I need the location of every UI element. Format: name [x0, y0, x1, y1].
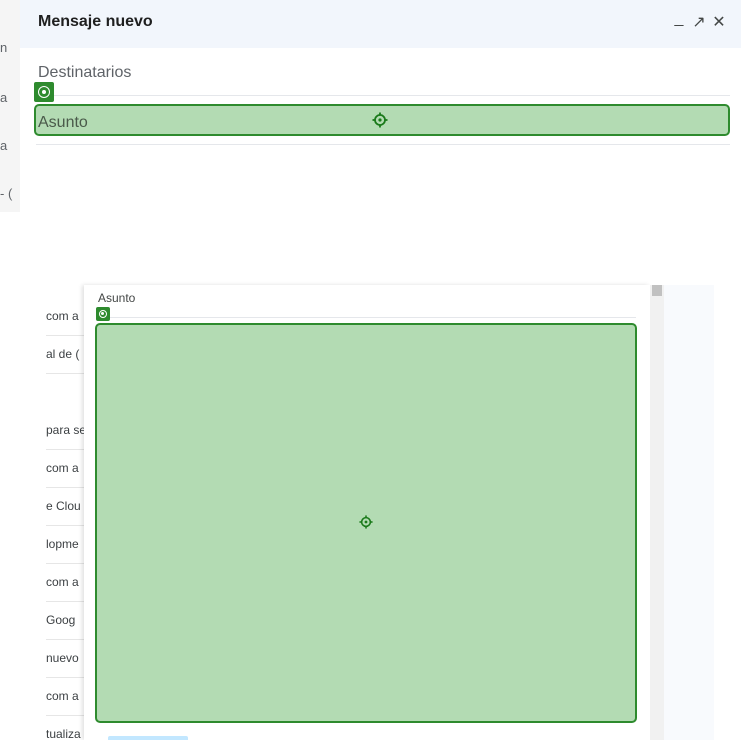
list-item[interactable]: al de ( [46, 335, 84, 374]
minimize-button[interactable]: _ [670, 8, 688, 30]
recipients-field[interactable]: Destinatarios [38, 64, 131, 82]
target-circle-icon [34, 82, 54, 102]
target-circle-icon [96, 307, 110, 321]
right-side-panel [664, 285, 714, 740]
list-item[interactable]: lopme [46, 525, 84, 564]
subject-placeholder: Asunto [38, 114, 88, 131]
mail-list-fragment: n [0, 40, 8, 55]
close-button[interactable]: ✕ [710, 12, 728, 34]
subject-label: Asunto [98, 291, 136, 305]
list-item[interactable]: com a [46, 449, 84, 488]
list-item[interactable]: e Clou [46, 487, 84, 526]
list-item[interactable] [46, 373, 84, 411]
message-body-textarea[interactable] [95, 323, 637, 723]
list-item[interactable]: tualiza [46, 715, 84, 740]
compose-window: Mensaje nuevo _ ↗ ✕ Destinatarios Asunto [20, 0, 741, 212]
mail-list-fragment: a [0, 138, 8, 153]
list-item[interactable]: nuevo [46, 639, 84, 678]
divider [96, 317, 636, 318]
list-item[interactable]: com a [46, 563, 84, 602]
divider [36, 95, 730, 96]
list-item[interactable]: para se [46, 411, 84, 450]
list-item[interactable]: com a [46, 297, 84, 336]
subject-input[interactable]: Asunto [34, 104, 730, 136]
scrollbar[interactable] [650, 285, 664, 740]
compose-body-panel: Asunto [84, 285, 650, 740]
list-item[interactable]: com a [46, 677, 84, 716]
mail-list: com a al de ( para se com a e Clou lopme… [46, 285, 84, 740]
list-item[interactable]: Goog [46, 601, 84, 640]
compose-title: Mensaje nuevo [38, 13, 153, 30]
compose-header[interactable]: Mensaje nuevo _ ↗ ✕ [20, 0, 741, 48]
crosshair-icon [359, 515, 373, 529]
scrollbar-thumb[interactable] [652, 285, 662, 296]
mail-list-fragment: a [0, 90, 8, 105]
divider [36, 144, 730, 145]
expand-button[interactable]: ↗ [690, 12, 708, 34]
mail-list-fragment: - ( [0, 186, 13, 201]
send-button-partial[interactable] [108, 736, 188, 740]
background-mail-list-strip: n a a - ( [0, 0, 20, 212]
crosshair-icon [372, 112, 388, 128]
